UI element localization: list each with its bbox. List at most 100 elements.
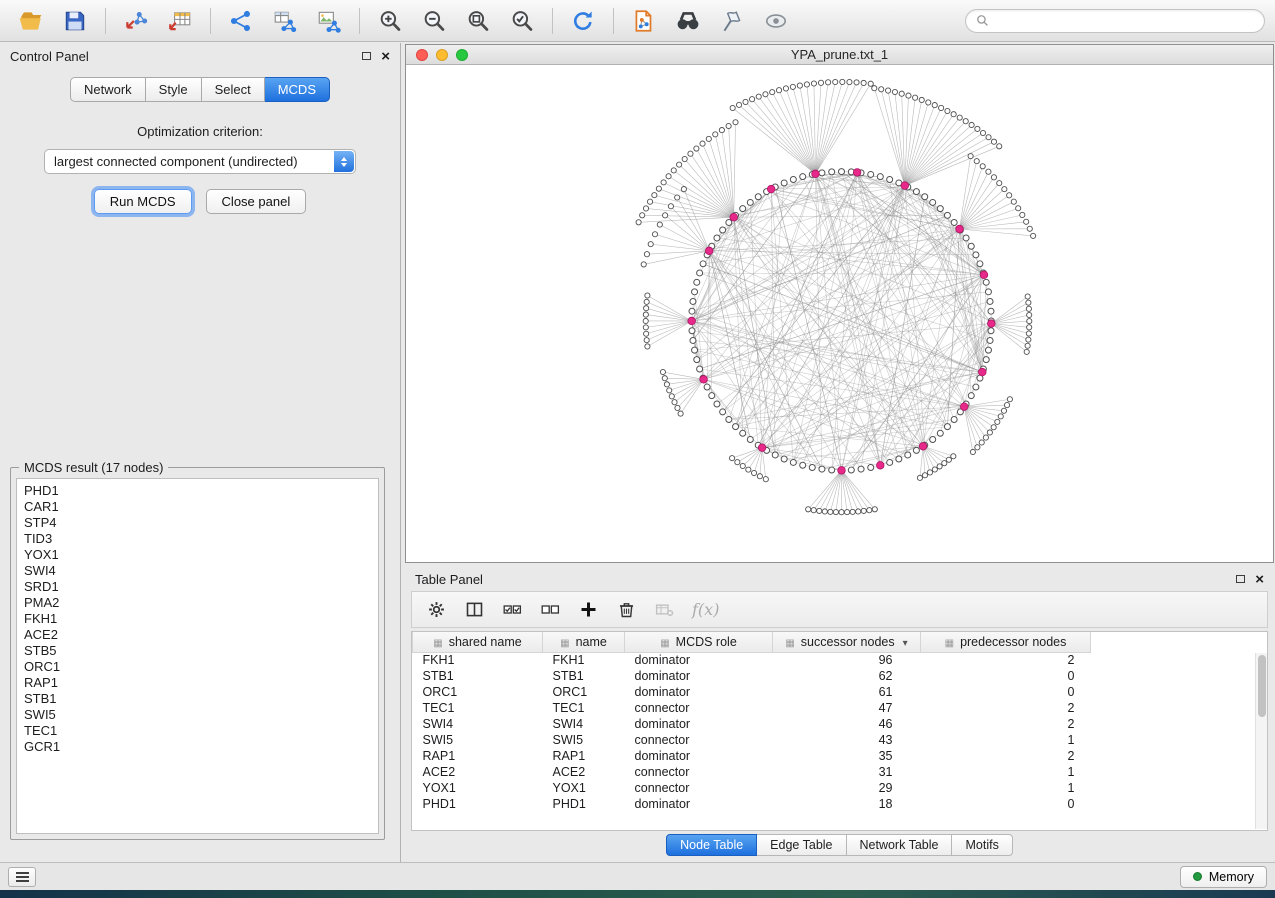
table-cell[interactable]: FKH1 bbox=[543, 652, 625, 668]
table-cell[interactable]: YOX1 bbox=[543, 780, 625, 796]
delete-rows-button[interactable] bbox=[616, 599, 637, 620]
first-neighbors-button[interactable] bbox=[667, 4, 709, 38]
table-cell[interactable]: 2 bbox=[921, 716, 1091, 732]
window-zoom-traffic-light[interactable] bbox=[456, 49, 468, 61]
copy-style-button[interactable] bbox=[623, 4, 665, 38]
mcds-result-node[interactable]: SRD1 bbox=[24, 579, 371, 595]
table-row[interactable]: ACE2ACE2connector311 bbox=[413, 764, 1268, 780]
table-cell[interactable]: 0 bbox=[921, 684, 1091, 700]
mcds-result-node[interactable]: RAP1 bbox=[24, 675, 371, 691]
float-table-panel-icon[interactable] bbox=[1236, 575, 1245, 583]
criterion-select[interactable]: largest connected component (undirected) bbox=[44, 149, 356, 174]
run-mcds-button[interactable]: Run MCDS bbox=[94, 189, 192, 214]
table-cell[interactable]: ORC1 bbox=[543, 684, 625, 700]
mcds-result-node[interactable]: YOX1 bbox=[24, 547, 371, 563]
table-cell[interactable]: 1 bbox=[921, 732, 1091, 748]
close-panel-icon[interactable]: × bbox=[381, 49, 390, 64]
close-panel-button[interactable]: Close panel bbox=[206, 189, 307, 214]
table-cell[interactable]: SWI4 bbox=[543, 716, 625, 732]
mcds-result-node[interactable]: SWI4 bbox=[24, 563, 371, 579]
table-cell[interactable]: 1 bbox=[921, 764, 1091, 780]
zoom-selected-button[interactable] bbox=[501, 4, 543, 38]
table-cell[interactable]: connector bbox=[625, 780, 773, 796]
table-cell[interactable]: 2 bbox=[921, 700, 1091, 716]
tab-select[interactable]: Select bbox=[202, 77, 265, 102]
tab-motifs[interactable]: Motifs bbox=[952, 834, 1012, 856]
table-cell[interactable]: PHD1 bbox=[413, 796, 543, 812]
mcds-result-node[interactable]: FKH1 bbox=[24, 611, 371, 627]
table-options-button[interactable] bbox=[426, 599, 447, 620]
table-cell[interactable]: STB1 bbox=[413, 668, 543, 684]
table-cell[interactable]: 0 bbox=[921, 668, 1091, 684]
table-cell[interactable]: ACE2 bbox=[413, 764, 543, 780]
table-cell[interactable]: STB1 bbox=[543, 668, 625, 684]
mcds-result-node[interactable]: STP4 bbox=[24, 515, 371, 531]
mcds-result-node[interactable]: PMA2 bbox=[24, 595, 371, 611]
table-cell[interactable]: 96 bbox=[773, 652, 921, 668]
open-session-button[interactable] bbox=[10, 4, 52, 38]
table-cell[interactable]: TEC1 bbox=[543, 700, 625, 716]
table-scrollbar[interactable] bbox=[1255, 653, 1267, 829]
birds-eye-view-button[interactable] bbox=[755, 4, 797, 38]
refresh-view-button[interactable] bbox=[562, 4, 604, 38]
table-cell[interactable]: dominator bbox=[625, 796, 773, 812]
table-cell[interactable]: SWI4 bbox=[413, 716, 543, 732]
table-cell[interactable]: ACE2 bbox=[543, 764, 625, 780]
mcds-result-list[interactable]: PHD1CAR1STP4TID3YOX1SWI4SRD1PMA2FKH1ACE2… bbox=[16, 478, 379, 834]
table-cell[interactable]: TEC1 bbox=[413, 700, 543, 716]
table-cell[interactable]: 1 bbox=[921, 780, 1091, 796]
table-row[interactable]: RAP1RAP1dominator352 bbox=[413, 748, 1268, 764]
column-header-mcds-role[interactable]: ▦MCDS role bbox=[625, 632, 773, 652]
show-columns-button[interactable] bbox=[464, 599, 485, 620]
mcds-result-node[interactable]: TID3 bbox=[24, 531, 371, 547]
table-cell[interactable]: 0 bbox=[921, 796, 1091, 812]
table-cell[interactable]: 2 bbox=[921, 652, 1091, 668]
mcds-result-node[interactable]: SWI5 bbox=[24, 707, 371, 723]
zoom-in-button[interactable] bbox=[369, 4, 411, 38]
window-close-traffic-light[interactable] bbox=[416, 49, 428, 61]
table-row[interactable]: SWI4SWI4dominator462 bbox=[413, 716, 1268, 732]
window-minimize-traffic-light[interactable] bbox=[436, 49, 448, 61]
export-network-button[interactable] bbox=[220, 4, 262, 38]
table-cell[interactable]: connector bbox=[625, 764, 773, 780]
table-cell[interactable]: 46 bbox=[773, 716, 921, 732]
zoom-out-button[interactable] bbox=[413, 4, 455, 38]
import-table-button[interactable] bbox=[159, 4, 201, 38]
table-cell[interactable]: 31 bbox=[773, 764, 921, 780]
table-cell[interactable]: PHD1 bbox=[543, 796, 625, 812]
close-table-panel-icon[interactable]: × bbox=[1255, 572, 1264, 587]
table-cell[interactable]: 43 bbox=[773, 732, 921, 748]
zoom-fit-button[interactable] bbox=[457, 4, 499, 38]
network-image-export-button[interactable] bbox=[308, 4, 350, 38]
add-row-button[interactable] bbox=[578, 599, 599, 620]
deselect-all-button[interactable] bbox=[540, 599, 561, 620]
tab-network[interactable]: Network bbox=[70, 77, 146, 102]
save-session-button[interactable] bbox=[54, 4, 96, 38]
table-cell[interactable]: dominator bbox=[625, 652, 773, 668]
tab-network-table[interactable]: Network Table bbox=[847, 834, 953, 856]
table-cell[interactable]: SWI5 bbox=[543, 732, 625, 748]
column-header-name[interactable]: ▦name bbox=[543, 632, 625, 652]
table-cell[interactable]: dominator bbox=[625, 716, 773, 732]
tab-style[interactable]: Style bbox=[146, 77, 202, 102]
table-row[interactable]: FKH1FKH1dominator962 bbox=[413, 652, 1268, 668]
table-row[interactable]: YOX1YOX1connector291 bbox=[413, 780, 1268, 796]
table-cell[interactable]: 18 bbox=[773, 796, 921, 812]
table-cell[interactable]: FKH1 bbox=[413, 652, 543, 668]
table-row[interactable]: STB1STB1dominator620 bbox=[413, 668, 1268, 684]
memory-button[interactable]: Memory bbox=[1180, 866, 1267, 888]
table-cell[interactable]: 2 bbox=[921, 748, 1091, 764]
table-cell[interactable]: connector bbox=[625, 732, 773, 748]
mcds-result-node[interactable]: ORC1 bbox=[24, 659, 371, 675]
mcds-result-node[interactable]: PHD1 bbox=[24, 483, 371, 499]
mcds-result-node[interactable]: CAR1 bbox=[24, 499, 371, 515]
table-cell[interactable]: dominator bbox=[625, 684, 773, 700]
table-row[interactable]: ORC1ORC1dominator610 bbox=[413, 684, 1268, 700]
select-all-button[interactable] bbox=[502, 599, 523, 620]
table-cell[interactable]: 62 bbox=[773, 668, 921, 684]
network-from-table-button[interactable] bbox=[264, 4, 306, 38]
table-cell[interactable]: YOX1 bbox=[413, 780, 543, 796]
mcds-result-node[interactable]: TEC1 bbox=[24, 723, 371, 739]
table-cell[interactable]: 47 bbox=[773, 700, 921, 716]
table-cell[interactable]: ORC1 bbox=[413, 684, 543, 700]
